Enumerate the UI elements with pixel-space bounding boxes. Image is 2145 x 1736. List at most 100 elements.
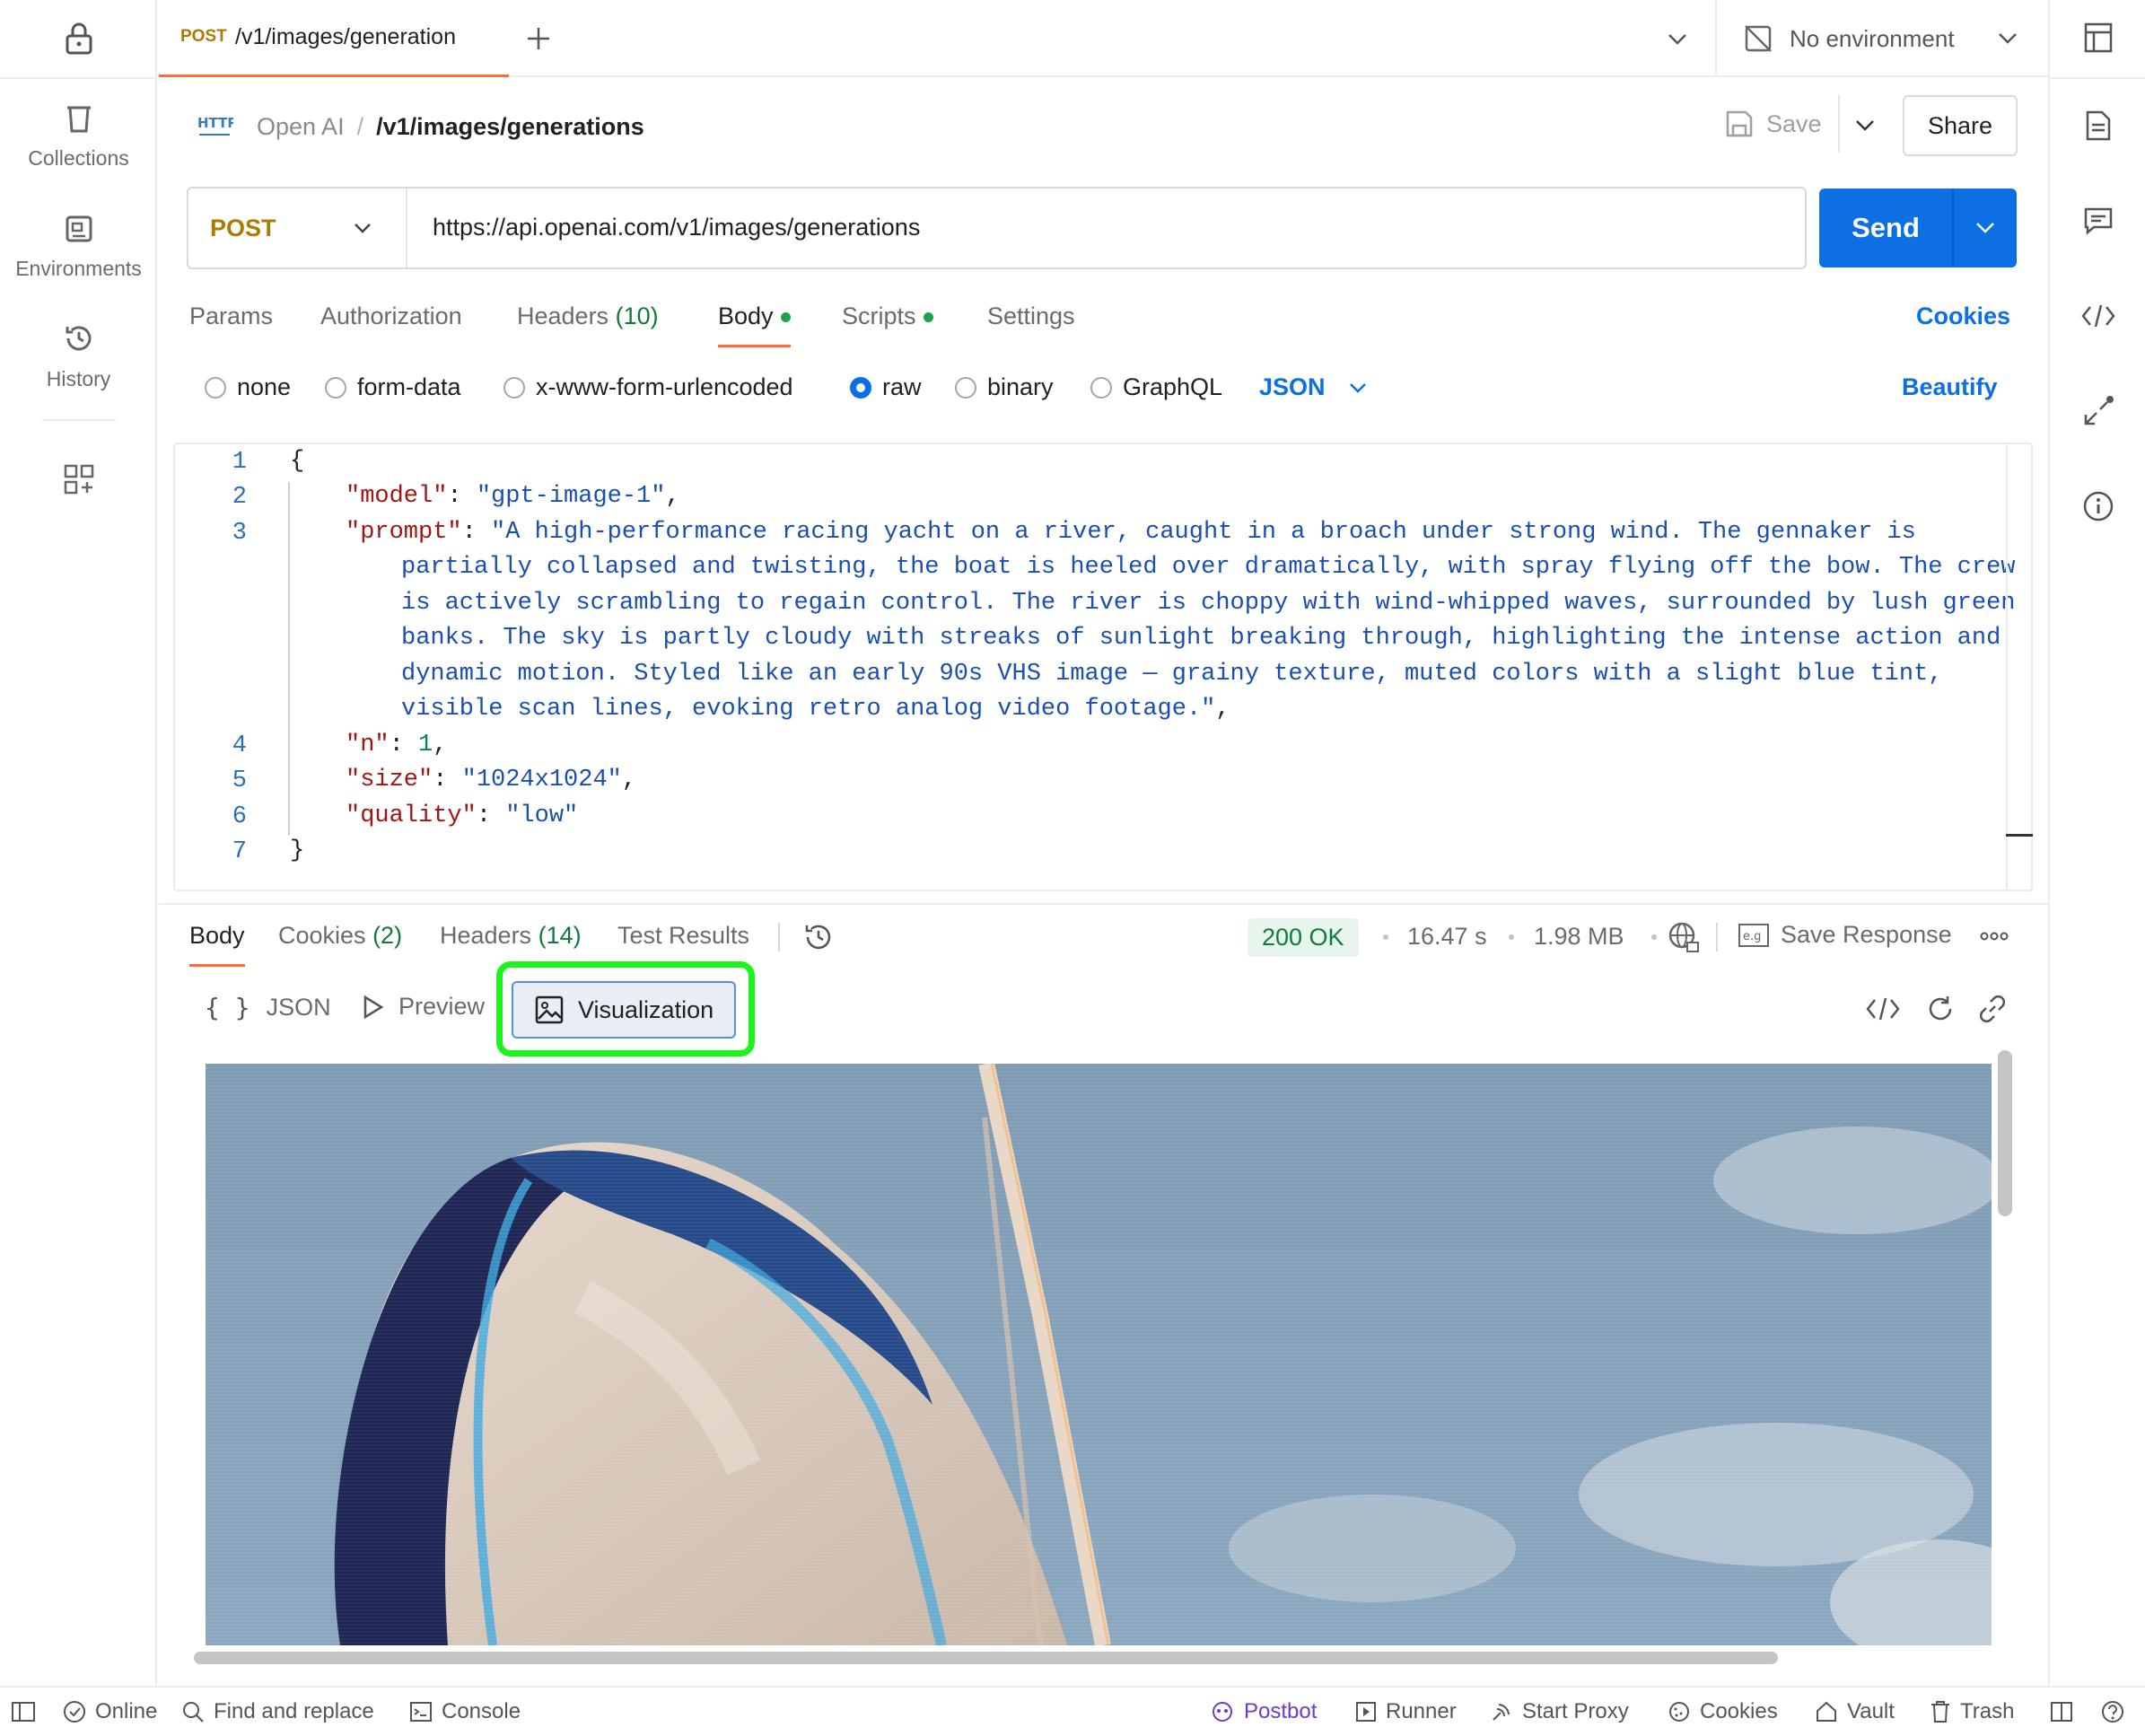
radio-none[interactable]: none bbox=[205, 373, 291, 401]
lock-icon[interactable] bbox=[0, 16, 157, 61]
sidebar-item-history[interactable]: History bbox=[0, 319, 157, 391]
link-icon[interactable] bbox=[1974, 991, 2010, 1027]
beautify-link[interactable]: Beautify bbox=[1902, 373, 1998, 401]
tab-params[interactable]: Params bbox=[189, 302, 273, 330]
postbot-icon bbox=[1210, 1699, 1235, 1724]
online-status[interactable]: Online bbox=[63, 1688, 157, 1736]
send-button[interactable]: Send bbox=[1819, 189, 1952, 267]
radio-label: x-www-form-urlencoded bbox=[536, 373, 793, 400]
tab-label: Headers bbox=[440, 922, 532, 949]
cookies-link[interactable]: Cookies bbox=[1916, 302, 2010, 330]
body-editor[interactable]: 1 2 3 4 5 6 7 { "model": "gpt-image-1", … bbox=[173, 443, 2033, 891]
pane-divider[interactable] bbox=[159, 903, 2048, 905]
add-workbench-icon[interactable] bbox=[0, 460, 157, 499]
radio-urlencoded[interactable]: x-www-form-urlencoded bbox=[503, 373, 793, 401]
network-globe-icon[interactable] bbox=[1666, 919, 1702, 955]
sidebar-item-collections[interactable]: Collections bbox=[0, 99, 157, 171]
response-tab-body[interactable]: Body bbox=[189, 922, 245, 967]
radio-binary[interactable]: binary bbox=[955, 373, 1054, 401]
line-number: 2 bbox=[232, 484, 247, 511]
chevron-down-icon bbox=[1998, 32, 2018, 45]
runner-button[interactable]: Runner bbox=[1355, 1688, 1457, 1736]
tab-body-label: Body bbox=[718, 302, 774, 329]
code-line: partially collapsed and twisting, the bo… bbox=[401, 554, 2016, 581]
response-time[interactable]: 16.47 s bbox=[1407, 923, 1487, 951]
info-icon[interactable] bbox=[2050, 487, 2145, 526]
related-collections-icon[interactable] bbox=[2050, 391, 2145, 431]
vertical-scrollbar[interactable] bbox=[1998, 1050, 2012, 1216]
sidebar-item-environments[interactable]: Environments bbox=[0, 209, 157, 281]
help-button[interactable] bbox=[2100, 1688, 2125, 1736]
start-proxy-label: Start Proxy bbox=[1522, 1699, 1629, 1723]
find-replace-button[interactable]: Find and replace bbox=[181, 1688, 374, 1736]
refresh-icon[interactable] bbox=[1922, 991, 1958, 1027]
breadcrumb: Open AI / /v1/images/generations bbox=[257, 113, 644, 141]
sidebar-item-label: History bbox=[46, 367, 111, 390]
send-options-chevron-icon[interactable] bbox=[1954, 189, 2017, 267]
code-line: dynamic motion. Styled like an early 90s… bbox=[401, 661, 1943, 688]
method-select[interactable]: POST bbox=[188, 189, 407, 267]
cookies-button[interactable]: Cookies bbox=[1668, 1688, 1778, 1736]
console-button[interactable]: Console bbox=[409, 1688, 521, 1736]
status-bar: Online Find and replace Console Postbot … bbox=[0, 1686, 2145, 1734]
response-tab-test-results[interactable]: Test Results bbox=[617, 922, 749, 950]
tab-bar: POST /v1/images/generation No environmen… bbox=[159, 0, 2048, 77]
code-icon[interactable] bbox=[1865, 991, 1901, 1027]
horizontal-scrollbar[interactable] bbox=[194, 1652, 1778, 1664]
code-icon[interactable] bbox=[2050, 296, 2145, 336]
radio-form-data[interactable]: form-data bbox=[325, 373, 461, 401]
format-label: JSON bbox=[1259, 373, 1326, 400]
environment-quicklook-icon[interactable] bbox=[2050, 18, 2145, 57]
online-label: Online bbox=[95, 1699, 158, 1723]
new-tab-icon[interactable] bbox=[518, 18, 559, 59]
save-button[interactable]: Save bbox=[1725, 110, 1822, 138]
tab-count: (2) bbox=[372, 922, 403, 949]
code-line: { bbox=[290, 448, 305, 475]
url-input[interactable]: https://api.openai.com/v1/images/generat… bbox=[433, 214, 920, 241]
send-button-group: Send bbox=[1819, 189, 2017, 267]
breadcrumb-collection[interactable]: Open AI bbox=[257, 113, 345, 141]
share-button[interactable]: Share bbox=[1903, 95, 2018, 156]
tab-settings[interactable]: Settings bbox=[987, 302, 1075, 330]
comments-icon[interactable] bbox=[2050, 201, 2145, 241]
code-line: "quality": "low" bbox=[346, 802, 579, 829]
request-tab[interactable]: POST /v1/images/generation bbox=[159, 0, 509, 77]
view-json-button[interactable]: { } JSON bbox=[205, 993, 331, 1022]
save-options-chevron-icon[interactable] bbox=[1847, 106, 1883, 145]
environment-label: No environment bbox=[1790, 24, 1955, 52]
documentation-icon[interactable] bbox=[2050, 106, 2145, 145]
radio-label: form-data bbox=[357, 373, 461, 400]
save-response-button[interactable]: e.g Save Response bbox=[1738, 921, 1952, 949]
view-visualization-button[interactable]: Visualization bbox=[512, 981, 736, 1039]
response-tab-cookies[interactable]: Cookies (2) bbox=[278, 922, 402, 950]
radio-raw[interactable]: raw bbox=[850, 373, 922, 401]
response-tab-headers[interactable]: Headers (14) bbox=[440, 922, 582, 950]
trash-button[interactable]: Trash bbox=[1930, 1688, 2014, 1736]
layout-toggle-button[interactable] bbox=[2050, 1688, 2073, 1736]
scrollbar-track bbox=[2006, 444, 2008, 890]
view-preview-button[interactable]: Preview bbox=[363, 993, 485, 1021]
tab-body[interactable]: Body bbox=[718, 302, 791, 347]
start-proxy-button[interactable]: Start Proxy bbox=[1490, 1688, 1629, 1736]
format-select[interactable]: JSON bbox=[1259, 373, 1367, 401]
vault-button[interactable]: Vault bbox=[1815, 1688, 1895, 1736]
cookie-icon bbox=[1668, 1700, 1691, 1723]
more-options-icon[interactable] bbox=[1974, 923, 2014, 950]
postbot-button[interactable]: Postbot bbox=[1210, 1688, 1317, 1736]
radio-graphql[interactable]: GraphQL bbox=[1090, 373, 1222, 401]
postbot-label: Postbot bbox=[1244, 1699, 1318, 1723]
tabs-dropdown-chevron-icon[interactable] bbox=[1658, 20, 1697, 59]
tab-scripts[interactable]: Scripts bbox=[842, 302, 933, 330]
tab-authorization[interactable]: Authorization bbox=[320, 302, 462, 330]
response-history-icon[interactable] bbox=[801, 917, 836, 957]
radio-circle bbox=[205, 376, 226, 399]
sidebar-item-label: Environments bbox=[15, 257, 142, 280]
code-line: "size": "1024x1024", bbox=[346, 767, 637, 793]
tab-headers[interactable]: Headers (10) bbox=[517, 302, 659, 330]
response-size[interactable]: 1.98 MB bbox=[1534, 923, 1624, 951]
url-bar: POST https://api.openai.com/v1/images/ge… bbox=[187, 187, 1807, 269]
divider bbox=[1715, 0, 1717, 77]
status-badge[interactable]: 200 OK bbox=[1248, 918, 1359, 957]
toggle-sidebar-button[interactable] bbox=[11, 1688, 36, 1736]
request-name[interactable]: /v1/images/generations bbox=[376, 113, 644, 141]
